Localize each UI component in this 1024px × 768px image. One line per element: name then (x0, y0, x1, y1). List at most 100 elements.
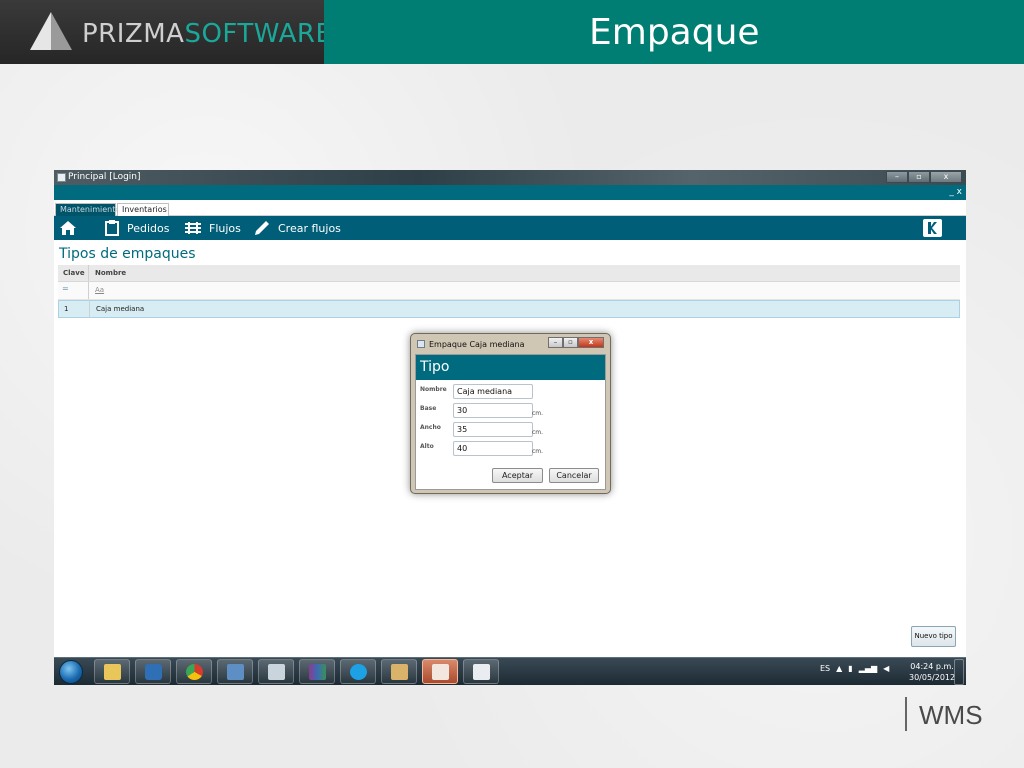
taskbar-app[interactable] (463, 659, 499, 684)
cell-nombre: Caja mediana (96, 305, 145, 313)
show-desktop-button[interactable] (954, 659, 964, 685)
app-window: Principal [Login] – ▫ x _ x Mantenimient… (54, 170, 966, 685)
column-header-nombre[interactable]: Nombre (95, 268, 126, 278)
app-mini-controls[interactable]: _ x (949, 186, 962, 199)
footer-brand: WMS (919, 700, 983, 730)
taskbar: ES ▲ ▮ ▂▄▆ ◀ 04:24 p.m. 30/05/2012 (54, 657, 966, 685)
taskbar-skype[interactable] (340, 659, 376, 684)
ancho-label: Ancho (420, 424, 441, 431)
grid-column-divider (88, 265, 89, 281)
ancho-field[interactable]: 35 (453, 422, 533, 437)
clock-time: 04:24 p.m. (910, 662, 954, 671)
taskbar-chrome[interactable] (176, 659, 212, 684)
pedidos-label: Pedidos (127, 221, 170, 235)
start-button[interactable] (59, 660, 83, 684)
crear-flujos-label: Crear flujos (278, 221, 341, 235)
exit-icon (928, 222, 937, 234)
explorer-icon (104, 664, 121, 680)
network-icon (227, 664, 244, 680)
tab-inventarios[interactable]: Inventarios (117, 203, 169, 216)
alto-unit: cm. (532, 448, 544, 455)
filter-text-input[interactable]: Aa (95, 286, 104, 294)
base-field[interactable]: 30 (453, 403, 533, 418)
nombre-label: Nombre (420, 386, 447, 393)
taskbar-media-player[interactable] (135, 659, 171, 684)
dialog-app-icon (417, 340, 425, 348)
clipboard-icon (105, 220, 119, 236)
dialog-body: Tipo Nombre Caja mediana Base 30 cm. Anc… (415, 354, 606, 490)
ancho-unit: cm. (532, 429, 544, 436)
taskbar-calculator[interactable] (258, 659, 294, 684)
window-title: Principal [Login] (68, 172, 141, 182)
window-app-icon (57, 173, 66, 182)
volume-icon[interactable]: ◀ (883, 664, 889, 674)
nombre-field[interactable]: Caja mediana (453, 384, 533, 399)
taskbar-network[interactable] (217, 659, 253, 684)
language-indicator[interactable]: ES (820, 664, 830, 674)
system-tray: ES ▲ ▮ ▂▄▆ ◀ (820, 664, 889, 674)
clock[interactable]: 04:24 p.m. 30/05/2012 (909, 661, 955, 683)
flujos-button[interactable]: Flujos (185, 216, 241, 240)
winrar-icon (309, 664, 326, 680)
base-label: Base (420, 405, 437, 412)
app-bar: _ x (54, 185, 966, 200)
dialog-header: Tipo (416, 355, 605, 380)
prizma-logo-icon (30, 12, 72, 50)
clock-date: 30/05/2012 (909, 673, 956, 682)
home-button[interactable] (60, 216, 84, 240)
home-icon (60, 221, 76, 235)
tab-mantenimiento[interactable]: Mantenimiento (55, 203, 120, 216)
slide-title: Empaque (589, 12, 760, 53)
pedidos-button[interactable]: Pedidos (105, 216, 170, 240)
exit-button[interactable] (923, 219, 942, 237)
section-title: Tipos de empaques (59, 246, 196, 262)
dialog-controls: – ▫ x (548, 337, 604, 348)
alto-field[interactable]: 40 (453, 441, 533, 456)
taskbar-tools[interactable] (381, 659, 417, 684)
cell-clave: 1 (64, 305, 69, 313)
grid-header: Clave Nombre (58, 265, 960, 282)
calculator-icon (268, 664, 285, 680)
media-player-icon (145, 664, 162, 680)
column-header-clave[interactable]: Clave (63, 268, 85, 278)
minimize-button[interactable]: – (886, 171, 908, 183)
chrome-icon (186, 664, 203, 680)
window-titlebar: Principal [Login] – ▫ x (54, 170, 966, 185)
flujos-label: Flujos (209, 221, 241, 235)
logo: PRIZMASOFTWARE (0, 0, 332, 64)
toolbar: Pedidos Flujos Crear flujos (54, 216, 966, 240)
cancel-button[interactable]: Cancelar (549, 468, 599, 483)
signal-icon[interactable]: ▂▄▆ (859, 664, 877, 674)
power-icon[interactable]: ▮ (848, 664, 852, 674)
base-unit: cm. (532, 410, 544, 417)
taskbar-powerpoint[interactable] (422, 659, 458, 684)
dialog-header-title: Tipo (420, 359, 450, 375)
ribbon-tabs: Mantenimiento Inventarios (54, 200, 966, 216)
pencil-icon (255, 221, 269, 235)
taskbar-explorer[interactable] (94, 659, 130, 684)
tray-arrow-icon[interactable]: ▲ (836, 664, 842, 674)
taskbar-winrar[interactable] (299, 659, 335, 684)
window-controls: – ▫ x (886, 171, 962, 183)
dialog-close-button[interactable]: x (578, 337, 604, 348)
close-button[interactable]: x (930, 171, 962, 183)
accept-button[interactable]: Aceptar (492, 468, 543, 483)
slide-header: PRIZMASOFTWARE Empaque (0, 0, 1024, 64)
crear-flujos-button[interactable]: Crear flujos (254, 216, 341, 240)
dialog-minimize-button[interactable]: – (548, 337, 563, 348)
dialog-maximize-button[interactable]: ▫ (563, 337, 578, 348)
filter-operator[interactable]: = (62, 284, 69, 293)
new-type-button[interactable]: Nuevo tipo (911, 626, 956, 647)
maximize-button[interactable]: ▫ (908, 171, 930, 183)
logo-text: PRIZMASOFTWARE (82, 19, 333, 49)
tools-icon (391, 664, 408, 680)
grid-column-divider (88, 282, 89, 299)
dialog-titlebar: Empaque Caja mediana – ▫ x (411, 334, 610, 354)
table-row[interactable]: 1 Caja mediana (58, 300, 960, 318)
grid-column-divider (89, 301, 90, 317)
dialog-title: Empaque Caja mediana (429, 340, 525, 349)
powerpoint-icon (432, 664, 449, 680)
empaque-dialog: Empaque Caja mediana – ▫ x Tipo Nombre C… (410, 333, 611, 494)
grid-filter-row: = Aa (58, 282, 960, 300)
packaging-grid: Clave Nombre = Aa 1 Caja mediana (58, 265, 960, 318)
